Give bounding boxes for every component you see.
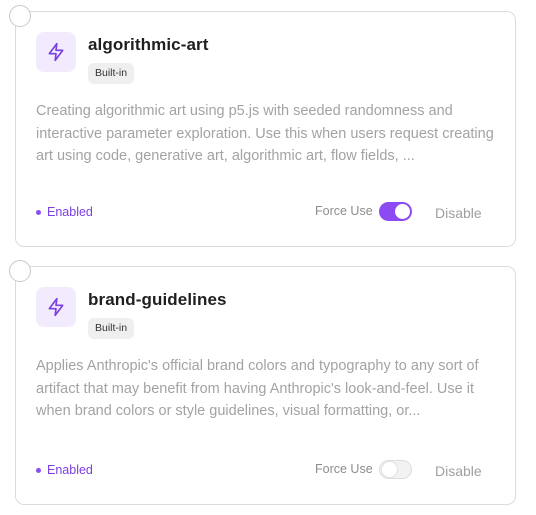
- toggle-knob: [382, 462, 397, 477]
- skill-title: algorithmic-art: [88, 35, 209, 54]
- status-indicator: Enabled: [36, 205, 93, 219]
- force-use-toggle[interactable]: [379, 202, 412, 221]
- skill-description: Creating algorithmic art using p5.js wit…: [36, 103, 494, 164]
- skill-icon-tile: [36, 287, 76, 327]
- status-dot: [36, 467, 41, 473]
- force-use-toggle[interactable]: [379, 460, 412, 479]
- lightning-bolt-icon: [48, 297, 64, 317]
- force-use-label: Force Use: [315, 462, 373, 476]
- status-indicator: Enabled: [36, 463, 93, 477]
- skill-card-algorithmic-art: algorithmic-art Built-in Creating algori…: [9, 5, 516, 247]
- status-label: Enabled: [47, 205, 93, 219]
- skill-description: Applies Anthropic's official brand color…: [36, 358, 479, 419]
- toggle-knob: [395, 204, 410, 219]
- lightning-bolt-icon: [48, 42, 64, 62]
- skill-title: brand-guidelines: [88, 290, 227, 309]
- skill-card-brand-guidelines: brand-guidelines Built-in Applies Anthro…: [9, 260, 516, 505]
- status-label: Enabled: [47, 463, 93, 477]
- skills-list: algorithmic-art Built-in Creating algori…: [0, 0, 536, 515]
- skill-icon-tile: [36, 32, 76, 72]
- built-in-badge: Built-in: [88, 318, 135, 339]
- force-use-label: Force Use: [315, 204, 373, 218]
- disable-button[interactable]: Disable: [435, 205, 482, 221]
- select-checkbox[interactable]: [9, 5, 31, 27]
- select-checkbox[interactable]: [9, 260, 31, 282]
- built-in-badge: Built-in: [88, 63, 135, 84]
- status-dot: [36, 209, 41, 215]
- disable-button[interactable]: Disable: [435, 463, 482, 479]
